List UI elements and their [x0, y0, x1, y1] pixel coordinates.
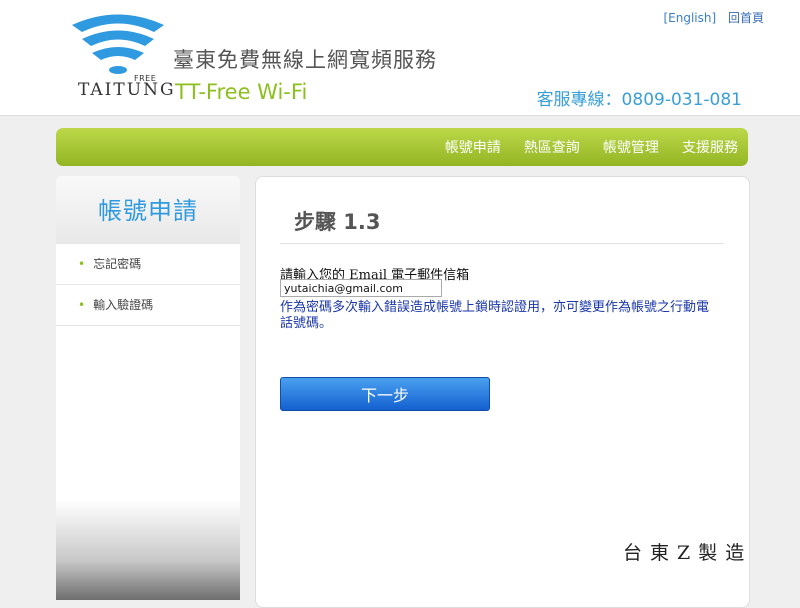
wifi-signal-icon — [72, 14, 164, 74]
email-usage-note: 作為密碼多次輸入錯誤造成帳號上鎖時認證用，亦可變更作為帳號之行動電話號碼。 — [280, 300, 710, 331]
divider — [280, 243, 724, 244]
sidebar-title: 帳號申請 — [56, 176, 240, 244]
sidebar-item-verification-code[interactable]: • 輸入驗證碼 — [56, 285, 240, 326]
sidebar-item-label: 忘記密碼 — [93, 257, 142, 271]
made-in-taitung-mark: 台東Z製造 — [623, 542, 753, 564]
nav-item-hotspot[interactable]: 熱區查詢 — [524, 140, 580, 156]
site-title: 臺東免費無線上網寬頻服務 — [173, 48, 437, 72]
step-title: 步驟 1.3 — [294, 210, 381, 234]
main-nav: 帳號申請 熱區查詢 帳號管理 支援服務 — [56, 128, 748, 166]
site-subtitle: TT-Free Wi-Fi — [175, 80, 308, 104]
nav-item-account[interactable]: 帳號管理 — [603, 140, 659, 156]
bullet-icon: • — [78, 257, 86, 271]
email-field[interactable] — [280, 279, 442, 297]
logo-wordmark: TAITUNG — [78, 80, 176, 100]
logo-free-label: FREE — [134, 74, 157, 83]
sidebar-scenery-image — [56, 500, 240, 600]
sidebar: 帳號申請 • 忘記密碼 • 輸入驗證碼 — [56, 176, 240, 600]
nav-item-support[interactable]: 支援服務 — [682, 140, 738, 156]
next-step-button[interactable]: 下一步 — [280, 377, 490, 411]
bullet-icon: • — [78, 298, 86, 312]
sidebar-item-label: 輸入驗證碼 — [93, 298, 154, 312]
sidebar-item-forgot-password[interactable]: • 忘記密碼 — [56, 244, 240, 285]
nav-item-apply[interactable]: 帳號申請 — [445, 140, 501, 156]
top-links: [English] 回首頁 — [655, 9, 764, 26]
english-link[interactable]: [English] — [663, 11, 716, 25]
taitung-free-logo[interactable]: TAITUNG FREE — [70, 10, 174, 102]
header: TAITUNG FREE 臺東免費無線上網寬頻服務 TT-Free Wi-Fi … — [0, 0, 800, 116]
home-link[interactable]: 回首頁 — [728, 11, 764, 25]
hotline-number: 客服專線：0809-031-081 — [536, 90, 742, 110]
